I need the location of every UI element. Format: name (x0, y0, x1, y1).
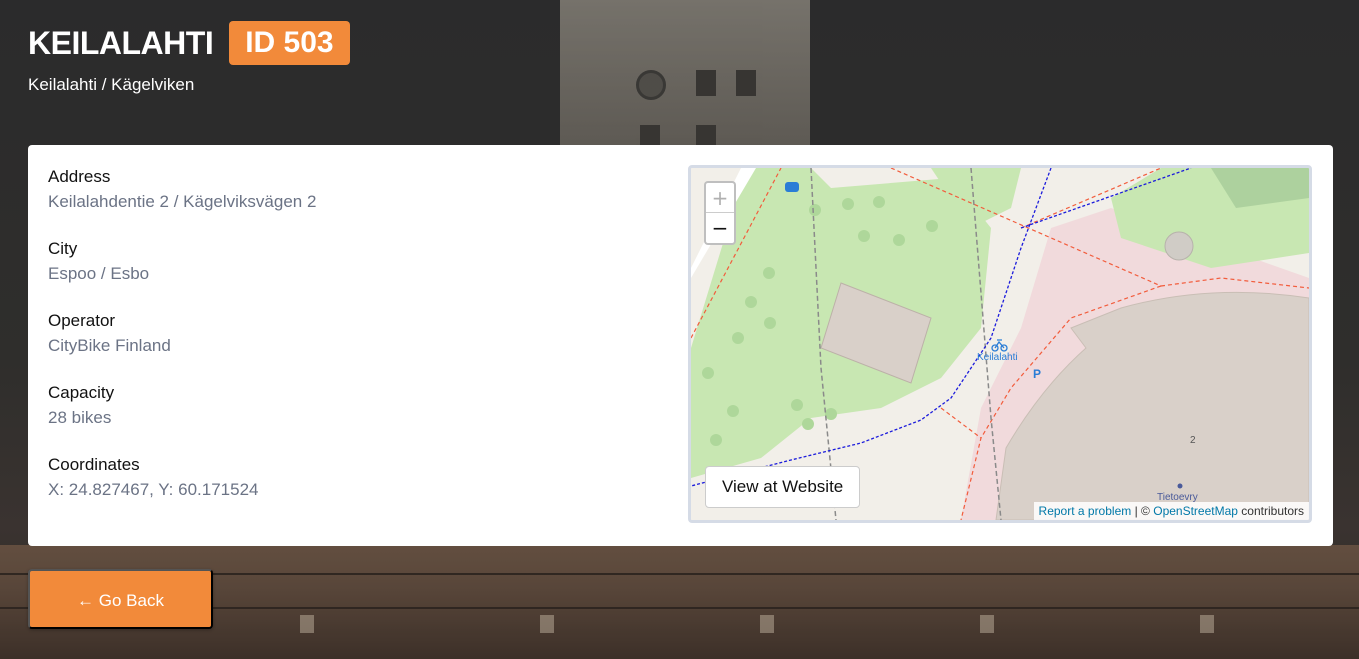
field-label: Operator (48, 311, 116, 330)
station-details-card: Address Keilalahdentie 2 / Kägelviksväge… (28, 145, 1333, 546)
background-clock (636, 70, 666, 100)
background-window (540, 615, 554, 633)
map-tree (825, 408, 837, 420)
address-field: Address Keilalahdentie 2 / Kägelviksväge… (48, 167, 648, 239)
map-tree (764, 317, 776, 329)
capacity-field: Capacity 28 bikes (48, 383, 648, 455)
poi-dot-icon (1177, 483, 1183, 489)
map-tree (727, 405, 739, 417)
field-label: Coordinates (48, 455, 140, 474)
city-field: City Espoo / Esbo (48, 239, 648, 311)
station-map[interactable]: P Keilalahti Tietoevry 2 + − View at Web… (688, 165, 1312, 523)
map-roundabout (1164, 231, 1194, 261)
background-window (300, 615, 314, 633)
zoom-control: + − (704, 181, 736, 245)
map-tree (702, 367, 714, 379)
background-window (760, 615, 774, 633)
field-value: 28 bikes (48, 408, 112, 427)
openstreetmap-link[interactable]: OpenStreetMap (1153, 504, 1238, 518)
map-attribution: Report a problem | © OpenStreetMap contr… (1033, 502, 1309, 520)
field-value: Espoo / Esbo (48, 264, 150, 283)
station-header: KEILALAHTI ID 503 Keilalahti / Kägelvike… (28, 21, 350, 95)
map-tree (858, 230, 870, 242)
operator-field: Operator CityBike Finland (48, 311, 648, 383)
background-window (1200, 615, 1214, 633)
background-window (696, 70, 716, 96)
field-value: CityBike Finland (48, 336, 171, 355)
map-tree (809, 204, 821, 216)
map-tree (745, 296, 757, 308)
report-problem-link[interactable]: Report a problem (1039, 504, 1132, 518)
view-at-website-button[interactable]: View at Website (705, 466, 861, 508)
map-tree (893, 234, 905, 246)
field-label: Address (48, 167, 111, 186)
map-house-number: 2 (1190, 435, 1196, 446)
zoom-in-button[interactable]: + (706, 183, 734, 213)
field-label: Capacity (48, 383, 115, 402)
page-title: KEILALAHTI (28, 24, 214, 61)
page-subtitle: Keilalahti / Kägelviken (28, 75, 195, 94)
field-value: X: 24.827467, Y: 60.171524 (48, 480, 259, 499)
taxi-icon (785, 182, 799, 192)
attribution-suffix: contributors (1241, 504, 1304, 518)
station-details: Address Keilalahdentie 2 / Kägelviksväge… (48, 167, 648, 527)
map-tree (842, 198, 854, 210)
go-back-button[interactable]: ← Go Back (28, 569, 213, 629)
map-tree (710, 434, 722, 446)
background-cathedral-tower (560, 0, 810, 151)
map-tree (763, 267, 775, 279)
station-id-badge: ID 503 (229, 21, 350, 65)
map-tree (802, 418, 814, 430)
field-value: Keilalahdentie 2 / Kägelviksvägen 2 (48, 192, 317, 211)
map-tree (791, 399, 803, 411)
title-row: KEILALAHTI ID 503 (28, 21, 350, 65)
parking-icon: P (1033, 367, 1041, 381)
coordinates-field: Coordinates X: 24.827467, Y: 60.171524 (48, 455, 648, 527)
attribution-separator: | © (1134, 504, 1150, 518)
background-window (736, 70, 756, 96)
map-tree (873, 196, 885, 208)
field-label: City (48, 239, 78, 258)
map-station-label: Keilalahti (977, 352, 1018, 363)
background-window (980, 615, 994, 633)
zoom-out-button[interactable]: − (706, 213, 734, 243)
map-tree (926, 220, 938, 232)
map-tree (732, 332, 744, 344)
